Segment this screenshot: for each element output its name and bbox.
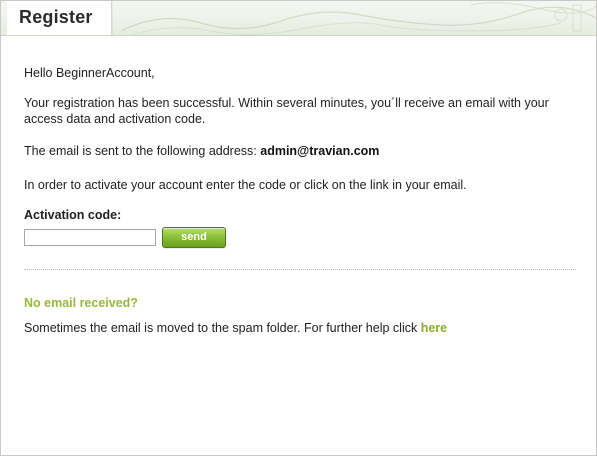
spam-help-text: Sometimes the email is moved to the spam… [24, 320, 576, 336]
section-divider [24, 269, 576, 270]
email-address: admin@travian.com [260, 144, 380, 158]
spam-help-prefix: Sometimes the email is moved to the spam… [24, 321, 418, 335]
success-text: Your registration has been successful. W… [24, 96, 549, 126]
help-link[interactable]: here [421, 321, 447, 335]
activate-instructions: In order to activate your account enter … [24, 178, 467, 192]
email-sent-prefix: The email is sent to the following addre… [24, 144, 257, 158]
register-dialog: Register Hello BeginnerAccount, Your reg… [0, 0, 597, 456]
email-sent-line: The email is sent to the following addre… [24, 143, 576, 159]
send-button[interactable]: send [162, 226, 226, 248]
no-email-heading: No email received? [24, 296, 138, 310]
activation-code-input[interactable] [24, 228, 156, 246]
dialog-header: Register [1, 1, 596, 36]
dialog-content: Hello BeginnerAccount, Your registration… [24, 65, 576, 336]
activation-code-label: Activation code: [24, 208, 122, 222]
activation-form: send [24, 225, 576, 249]
greeting-text: Hello BeginnerAccount, [24, 66, 155, 80]
dialog-title: Register [19, 7, 93, 27]
